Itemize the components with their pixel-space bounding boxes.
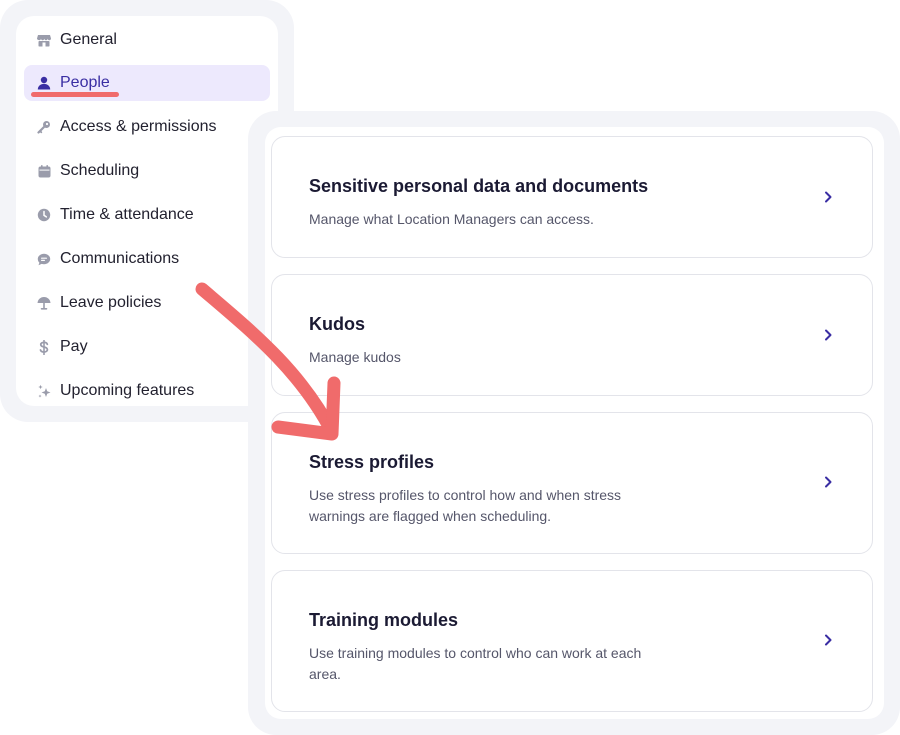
sidebar-item-communications[interactable]: Communications [24, 241, 270, 277]
key-icon [36, 119, 52, 135]
card-title: Sensitive personal data and documents [309, 176, 649, 196]
settings-sidebar: General People Access & permissions Sche… [16, 16, 278, 406]
chevron-right-icon [825, 634, 832, 646]
card-title: Stress profiles [309, 452, 435, 472]
sidebar-item-general[interactable]: General [24, 22, 270, 58]
card-description: Use training modules to control who can … [309, 645, 642, 682]
sidebar-item-label: Communications [60, 250, 180, 267]
sparkle-icon [36, 383, 52, 399]
sidebar-item-label: Pay [60, 338, 88, 355]
calendar-icon [36, 163, 52, 179]
sidebar-item-access-permissions[interactable]: Access & permissions [24, 109, 270, 145]
sidebar-item-pay[interactable]: Pay [24, 329, 270, 365]
chevron-right-icon [825, 329, 832, 341]
storefront-icon [36, 32, 52, 48]
sidebar-item-label: Upcoming features [60, 382, 195, 399]
clock-icon [36, 207, 52, 223]
sidebar-item-upcoming-features[interactable]: Upcoming features [24, 373, 270, 409]
card-sensitive-personal-data[interactable]: Sensitive personal data and documents Ma… [271, 136, 873, 258]
card-description: Manage kudos [309, 349, 401, 365]
dollar-icon [36, 339, 52, 355]
sidebar-item-leave-policies[interactable]: Leave policies [24, 285, 270, 321]
sidebar-item-label: Time & attendance [60, 206, 194, 223]
umbrella-icon [36, 295, 52, 311]
card-description: Manage what Location Managers can access… [309, 211, 594, 227]
card-title: Kudos [309, 314, 365, 334]
sidebar-item-label: General [60, 31, 117, 48]
card-title: Training modules [309, 610, 459, 630]
card-stress-profiles[interactable]: Stress profiles Use stress profiles to c… [271, 412, 873, 554]
sidebar-item-label: Scheduling [60, 162, 140, 179]
sidebar-item-label: People [60, 74, 110, 91]
card-kudos[interactable]: Kudos Manage kudos [271, 274, 873, 396]
sidebar-item-scheduling[interactable]: Scheduling [24, 153, 270, 189]
sidebar-item-time-attendance[interactable]: Time & attendance [24, 197, 270, 233]
sidebar-item-label: Leave policies [60, 294, 162, 311]
card-training-modules[interactable]: Training modules Use training modules to… [271, 570, 873, 712]
card-description: Use stress profiles to control how and w… [309, 487, 622, 524]
person-icon [36, 75, 52, 91]
chat-icon [36, 251, 52, 267]
chevron-right-icon [825, 191, 832, 203]
sidebar-item-label: Access & permissions [60, 118, 217, 135]
annotation-underline [31, 92, 119, 97]
chevron-right-icon [825, 476, 832, 488]
